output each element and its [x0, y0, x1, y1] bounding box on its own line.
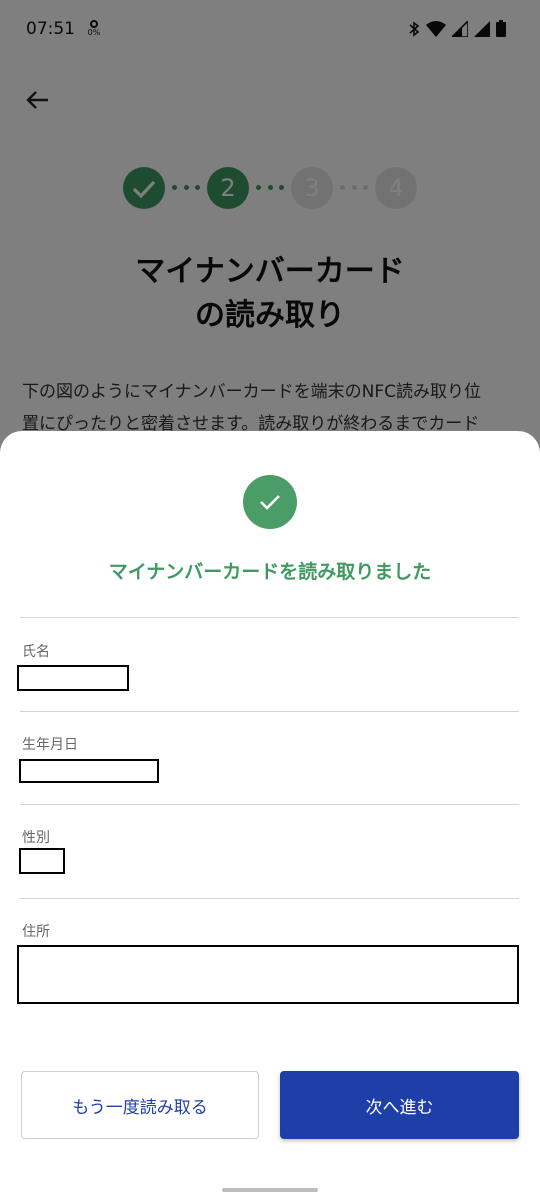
divider: [20, 898, 519, 899]
divider: [20, 711, 519, 712]
name-label: 氏名: [22, 644, 50, 660]
result-bottom-sheet: マイナンバーカードを読み取りました 氏名 生年月日 性別 住所 もう一度読み取る…: [0, 431, 540, 1200]
divider: [20, 617, 519, 618]
birthdate-label: 生年月日: [22, 737, 78, 753]
next-button[interactable]: 次へ進む: [280, 1071, 519, 1139]
birthdate-value-redacted: [19, 759, 159, 783]
reread-button[interactable]: もう一度読み取る: [21, 1071, 259, 1139]
success-check-icon: [243, 475, 297, 529]
address-label: 住所: [22, 924, 50, 940]
success-message: マイナンバーカードを読み取りました: [108, 561, 432, 583]
gender-label: 性別: [22, 830, 50, 846]
home-indicator[interactable]: [222, 1188, 318, 1192]
gender-value-redacted: [19, 848, 65, 874]
address-value-redacted: [17, 945, 519, 1004]
name-value-redacted: [17, 665, 129, 691]
divider: [20, 804, 519, 805]
